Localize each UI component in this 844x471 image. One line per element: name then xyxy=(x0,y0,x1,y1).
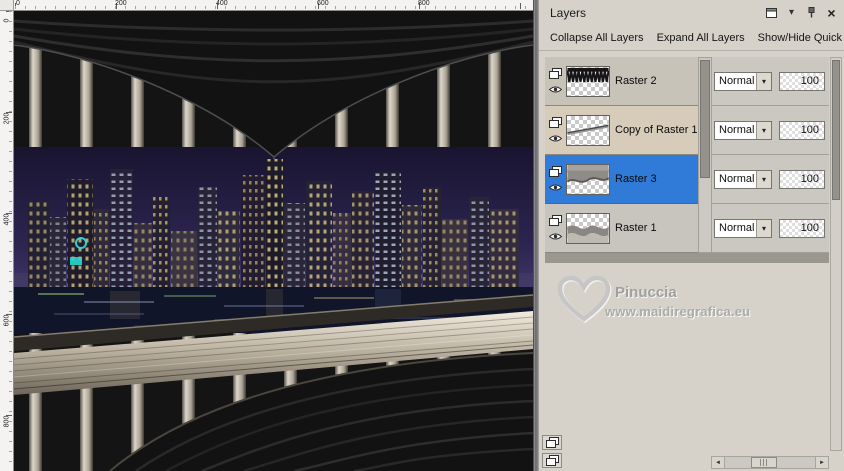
ruler-mark: 0 xyxy=(3,18,11,23)
scrollbar-thumb[interactable] xyxy=(751,457,777,468)
layer-name[interactable]: Raster 2 xyxy=(615,75,657,87)
blend-mode-value: Normal xyxy=(719,173,755,185)
opacity-value: 100 xyxy=(800,173,819,185)
dropdown-arrow-icon[interactable]: ▾ xyxy=(756,170,771,188)
dropdown-arrow-icon[interactable]: ▾ xyxy=(756,72,771,90)
layer-row-right: Normal ▾ 100 xyxy=(712,155,829,204)
ruler-mark: 600 xyxy=(317,0,329,7)
ruler-mark: 400 xyxy=(3,213,11,226)
watermark: Pinuccia www.maidiregrafica.eu xyxy=(547,272,809,338)
layer-row-icons xyxy=(545,215,566,241)
layer-row-icons xyxy=(545,117,566,143)
scrollbar-thumb[interactable] xyxy=(700,60,710,178)
ruler-mark: 400 xyxy=(216,0,228,7)
layer-type-icon[interactable] xyxy=(549,166,562,177)
blend-mode-dropdown[interactable]: Normal ▾ xyxy=(714,120,772,140)
ruler-mark: 800 xyxy=(418,0,430,7)
visibility-eye-icon[interactable] xyxy=(549,232,562,241)
visibility-eye-icon[interactable] xyxy=(549,183,562,192)
expand-all-layers-button[interactable]: Expand All Layers xyxy=(657,32,745,44)
blend-mode-dropdown[interactable]: Normal ▾ xyxy=(714,71,772,91)
layer-row-left[interactable]: Raster 3 xyxy=(545,155,698,204)
visibility-eye-icon[interactable] xyxy=(549,85,562,94)
layer-row-icons xyxy=(545,68,566,94)
watermark-site: www.maidiregrafica.eu xyxy=(605,304,751,319)
layers-list: Raster 2 Normal ▾ 100 Copy of Raster 1 N… xyxy=(545,57,829,263)
layer-row-left[interactable]: Copy of Raster 1 xyxy=(545,106,698,155)
layer-row[interactable]: Raster 3 Normal ▾ 100 xyxy=(545,155,829,204)
layer-type-icon[interactable] xyxy=(549,215,562,226)
dropdown-arrow-icon[interactable]: ▾ xyxy=(756,121,771,139)
blend-mode-dropdown[interactable]: Normal ▾ xyxy=(714,169,772,189)
blend-mode-dropdown[interactable]: Normal ▾ xyxy=(714,218,772,238)
layers-toolbar: Collapse All Layers Expand All Layers Sh… xyxy=(539,26,844,51)
layer-thumbnail[interactable] xyxy=(566,114,610,146)
layer-row-right: Normal ▾ 100 xyxy=(712,204,829,253)
float-panel-icon[interactable] xyxy=(766,6,777,19)
layer-type-icon[interactable] xyxy=(549,68,562,79)
scroll-left-icon[interactable]: ◄ xyxy=(712,457,725,468)
scrollbar-track[interactable] xyxy=(725,457,815,468)
layer-row[interactable]: Copy of Raster 1 Normal ▾ 100 xyxy=(545,106,829,155)
panel-horizontal-scrollbar[interactable]: ◄ ► xyxy=(711,456,829,469)
close-icon[interactable]: × xyxy=(826,6,837,20)
dropdown-arrow-icon[interactable]: ▾ xyxy=(756,219,771,237)
show-hide-quick-button[interactable]: Show/Hide Quick xyxy=(758,32,842,44)
layer-row-right: Normal ▾ 100 xyxy=(712,106,829,155)
opacity-value: 100 xyxy=(800,124,819,136)
panel-title: Layers xyxy=(550,6,587,20)
layers-list-scrollbar[interactable] xyxy=(698,57,712,253)
opacity-field[interactable]: 100 xyxy=(779,169,825,189)
layer-row-left[interactable]: Raster 2 xyxy=(545,57,698,106)
opacity-value: 100 xyxy=(800,75,819,87)
layer-row-right: Normal ▾ 100 xyxy=(712,57,829,106)
layer-link-icon[interactable] xyxy=(542,435,562,450)
pin-icon[interactable] xyxy=(806,6,817,19)
city-skyline xyxy=(14,146,533,287)
panel-titlebar-icons: ▾ × xyxy=(766,5,837,20)
collapse-all-layers-button[interactable]: Collapse All Layers xyxy=(550,32,644,44)
horizontal-ruler: 0 200 400 600 800 xyxy=(0,0,533,11)
layers-palette: Layers ▾ × Collapse All Layers Expand Al… xyxy=(539,0,844,471)
layer-row-left[interactable]: Raster 1 xyxy=(545,204,698,253)
layer-name[interactable]: Raster 1 xyxy=(615,222,657,234)
cityscape-artwork xyxy=(14,11,533,471)
layer-thumbnail[interactable] xyxy=(566,212,610,244)
scroll-right-icon[interactable]: ► xyxy=(815,457,828,468)
layer-row[interactable]: Raster 1 Normal ▾ 100 xyxy=(545,204,829,253)
opacity-field[interactable]: 100 xyxy=(779,71,825,91)
visibility-eye-icon[interactable] xyxy=(549,134,562,143)
chevron-down-icon[interactable]: ▾ xyxy=(786,6,797,19)
vertical-ruler: 0 200 400 600 800 xyxy=(0,11,14,471)
layer-type-icon[interactable] xyxy=(549,117,562,128)
image-canvas[interactable] xyxy=(14,11,533,471)
layer-thumbnail[interactable] xyxy=(566,65,610,97)
ruler-mark: 200 xyxy=(3,112,11,125)
panel-corner-buttons xyxy=(542,435,562,468)
layer-name[interactable]: Raster 3 xyxy=(615,173,657,185)
layer-row-icons xyxy=(545,166,566,192)
layer-row[interactable]: Raster 2 Normal ▾ 100 xyxy=(545,57,829,106)
ruler-corner xyxy=(0,0,14,11)
opacity-value: 100 xyxy=(800,222,819,234)
blend-mode-value: Normal xyxy=(719,222,755,234)
opacity-field[interactable]: 100 xyxy=(779,218,825,238)
ruler-mark: 0 xyxy=(16,0,20,7)
blend-mode-value: Normal xyxy=(719,75,755,87)
canvas-area: 0 200 400 600 800 0 200 400 600 800 xyxy=(0,0,533,471)
layer-thumbnail[interactable] xyxy=(566,163,610,195)
watermark-name: Pinuccia xyxy=(615,284,677,301)
application-window: 0 200 400 600 800 0 200 400 600 800 Laye… xyxy=(0,0,844,471)
ruler-mark: 800 xyxy=(3,415,11,428)
panel-vertical-scrollbar[interactable] xyxy=(830,57,842,451)
scrollbar-thumb[interactable] xyxy=(832,60,840,200)
heart-icon xyxy=(557,275,612,324)
layer-link-icon[interactable] xyxy=(542,453,562,468)
opacity-field[interactable]: 100 xyxy=(779,120,825,140)
layer-name[interactable]: Copy of Raster 1 xyxy=(615,124,698,136)
ruler-mark: 200 xyxy=(115,0,127,7)
ruler-mark: 600 xyxy=(3,314,11,327)
blend-mode-value: Normal xyxy=(719,124,755,136)
